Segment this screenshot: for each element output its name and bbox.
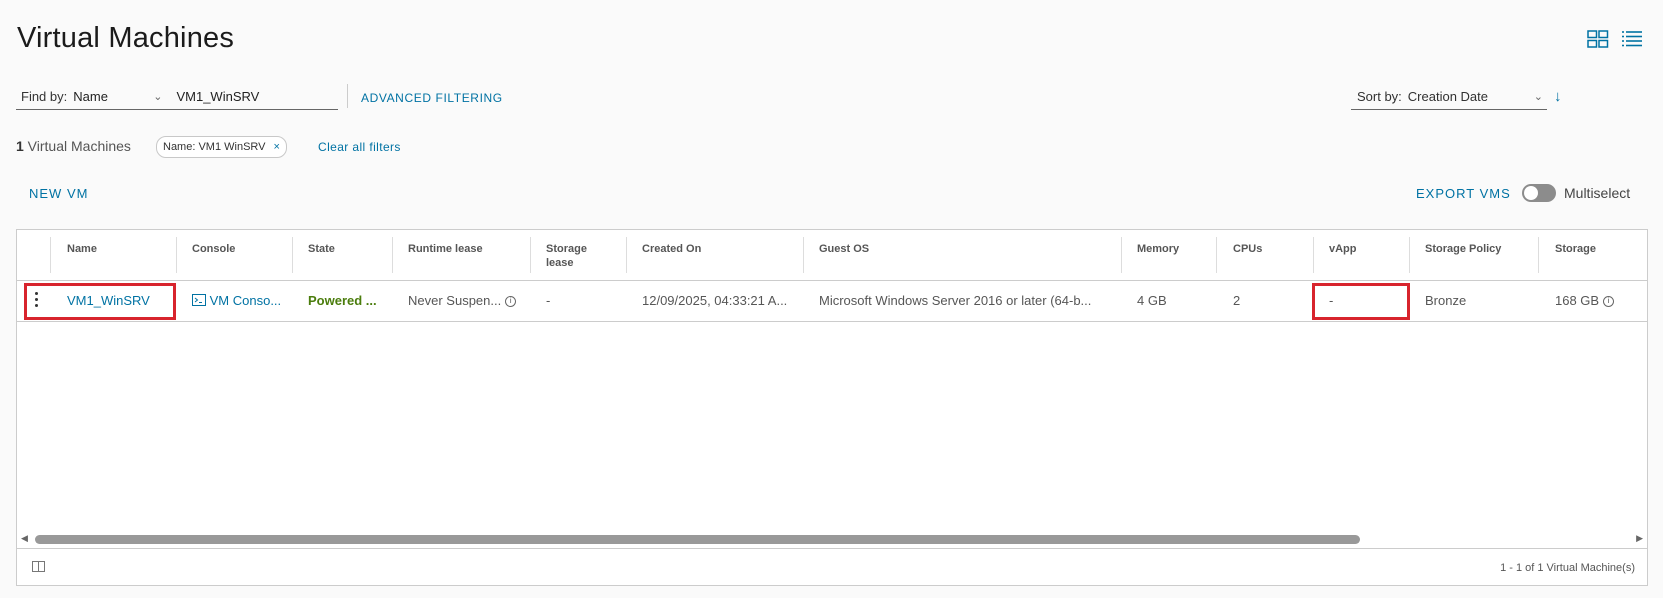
vm-storage: 168 GB i: [1555, 293, 1615, 308]
column-header-runtime-lease[interactable]: Runtime lease: [408, 242, 483, 256]
vm-state: Powered ...: [308, 293, 377, 308]
column-separator[interactable]: [1216, 237, 1217, 273]
column-separator[interactable]: [530, 237, 531, 273]
column-header-storage[interactable]: Storage: [1555, 242, 1596, 256]
column-header-storage-policy[interactable]: Storage Policy: [1425, 242, 1501, 256]
scroll-left-arrow-icon[interactable]: ◀: [21, 533, 28, 544]
vm-datagrid: Name Console State Runtime lease Storage…: [16, 229, 1648, 586]
chevron-down-icon[interactable]: ⌄: [1534, 90, 1543, 103]
sort-by-select[interactable]: Creation Date: [1408, 89, 1534, 104]
column-separator: [50, 237, 51, 273]
vm-count-label: Virtual Machines: [23, 138, 131, 154]
info-icon[interactable]: i: [505, 296, 517, 308]
vm-cpus: 2: [1233, 293, 1241, 308]
divider: [347, 84, 348, 108]
column-header-storage-lease[interactable]: Storage lease: [546, 242, 587, 270]
scrollbar-thumb[interactable]: [35, 535, 1360, 544]
arrow-down-icon[interactable]: ↓: [1554, 88, 1562, 105]
vm-guest-os: Microsoft Windows Server 2016 or later (…: [819, 293, 1092, 308]
list-view-icon[interactable]: [1621, 30, 1643, 48]
console-icon: [192, 293, 206, 308]
find-by-select[interactable]: Name: [73, 89, 153, 104]
storage-lease-line1: Storage: [546, 243, 587, 255]
page-title: Virtual Machines: [17, 22, 235, 54]
highlight-box-vapp: [1312, 283, 1410, 320]
column-header-memory[interactable]: Memory: [1137, 242, 1179, 256]
view-switcher: [1587, 30, 1643, 48]
multiselect-toggle[interactable]: [1522, 184, 1556, 202]
table-row: VM1_WinSRV VM Conso... Powered ... Never…: [17, 281, 1647, 322]
grid-footer: 1 - 1 of 1 Virtual Machine(s): [17, 548, 1647, 586]
column-header-state[interactable]: State: [308, 242, 335, 256]
toggle-knob: [1524, 186, 1538, 200]
find-by-field[interactable]: Find by: Name ⌄ VM1_WinSRV: [16, 84, 338, 110]
column-separator[interactable]: [803, 237, 804, 273]
new-vm-button[interactable]: NEW VM: [29, 186, 88, 201]
column-header-vapp[interactable]: vApp: [1329, 242, 1357, 256]
filter-pill: Name: VM1 WinSRV ×: [156, 136, 287, 158]
column-separator[interactable]: [626, 237, 627, 273]
vm-count-number: 1: [16, 138, 24, 154]
column-header-guest-os[interactable]: Guest OS: [819, 242, 869, 256]
vm-created-on: 12/09/2025, 04:33:21 A...: [642, 293, 788, 308]
multiselect-label: Multiselect: [1564, 185, 1631, 201]
chevron-down-icon[interactable]: ⌄: [153, 90, 162, 103]
column-separator[interactable]: [1409, 237, 1410, 273]
column-separator[interactable]: [292, 237, 293, 273]
column-header-created-on[interactable]: Created On: [642, 242, 701, 256]
grid-header: Name Console State Runtime lease Storage…: [17, 230, 1647, 281]
column-header-name[interactable]: Name: [67, 242, 97, 256]
close-icon[interactable]: ×: [274, 141, 280, 153]
horizontal-scrollbar[interactable]: ◀ ▶: [17, 532, 1647, 546]
vm-memory: 4 GB: [1137, 293, 1167, 308]
pagination-count: 1 - 1 of 1 Virtual Machine(s): [1500, 562, 1635, 574]
highlight-box-name: [24, 283, 176, 320]
sort-by-field[interactable]: Sort by: Creation Date ⌄: [1351, 84, 1547, 110]
vm-console-link[interactable]: VM Conso...: [192, 293, 281, 308]
filter-pill-label: Name: VM1 WinSRV: [163, 141, 266, 153]
vm-storage-policy: Bronze: [1425, 293, 1467, 308]
vm-console-label: VM Conso...: [209, 293, 282, 308]
sort-by-label: Sort by:: [1357, 89, 1402, 104]
find-by-label: Find by:: [21, 89, 68, 104]
scroll-right-arrow-icon[interactable]: ▶: [1636, 533, 1643, 544]
storage-value: 168 GB: [1555, 293, 1600, 308]
vm-storage-lease: -: [546, 293, 551, 308]
runtime-lease-value: Never Suspen...: [408, 293, 502, 308]
storage-lease-line2: lease: [546, 257, 574, 269]
column-toggle-icon[interactable]: [32, 561, 45, 572]
column-separator[interactable]: [1538, 237, 1539, 273]
advanced-filtering-link[interactable]: ADVANCED FILTERING: [361, 91, 503, 105]
search-input[interactable]: VM1_WinSRV: [176, 89, 259, 104]
export-vms-button[interactable]: EXPORT VMS: [1416, 186, 1511, 201]
column-separator[interactable]: [392, 237, 393, 273]
clear-all-filters-link[interactable]: Clear all filters: [318, 140, 401, 154]
column-separator[interactable]: [176, 237, 177, 273]
card-view-icon[interactable]: [1587, 30, 1609, 48]
info-icon[interactable]: i: [1603, 296, 1615, 308]
vm-runtime-lease: Never Suspen... i: [408, 293, 517, 308]
column-header-console[interactable]: Console: [192, 242, 235, 256]
column-separator[interactable]: [1121, 237, 1122, 273]
column-separator[interactable]: [1313, 237, 1314, 273]
column-header-cpus[interactable]: CPUs: [1233, 242, 1262, 256]
vm-count: 1 Virtual Machines: [16, 138, 131, 154]
